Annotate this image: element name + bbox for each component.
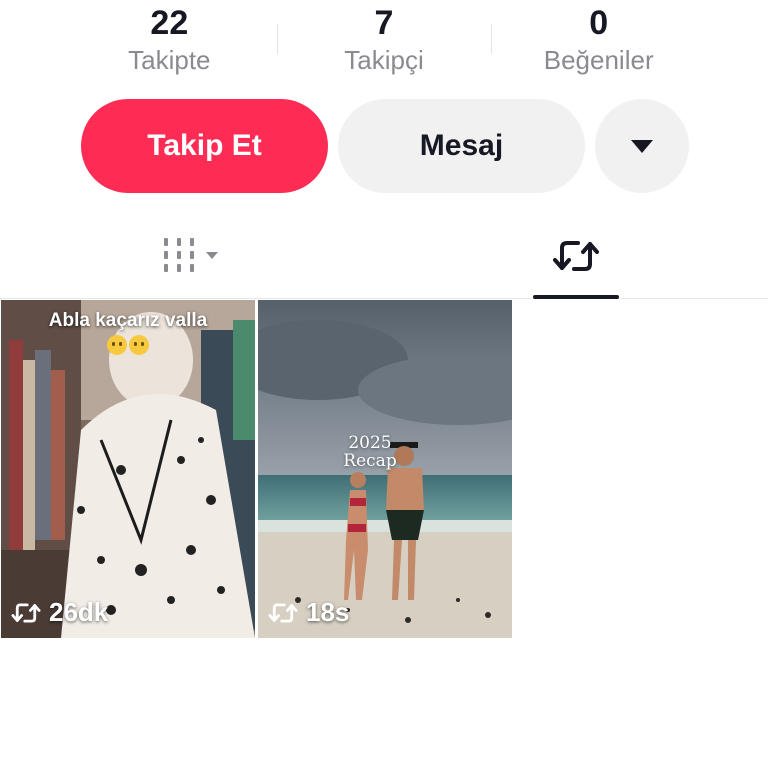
stat-following[interactable]: 22 Takipte	[62, 0, 277, 84]
video-thumbnail[interactable]: Abla kaçarız valla 26dk	[1, 300, 255, 638]
stat-following-label: Takipte	[128, 45, 211, 75]
stat-likes-count: 0	[589, 4, 609, 42]
grid-columns-icon	[164, 237, 218, 272]
caret-down-icon	[631, 139, 653, 153]
caption-emojis	[1, 334, 255, 355]
follow-button[interactable]: Takip Et	[81, 99, 328, 193]
repost-time-label: 26dk	[49, 597, 109, 627]
repost-icon	[11, 602, 41, 623]
tab-reposts[interactable]	[384, 213, 768, 299]
video-thumbnail[interactable]: 2025 Recap 18s	[258, 300, 512, 638]
grimacing-emoji-icon	[107, 334, 127, 355]
profile-page: 22 Takipte 7 Takipçi 0 Beğeniler Takip E…	[0, 0, 768, 768]
video-grid: Abla kaçarız valla 26dk 2025 Recap 18s	[1, 300, 512, 638]
grimacing-emoji-icon	[129, 334, 149, 355]
stat-following-count: 22	[150, 4, 189, 42]
repost-icon	[268, 602, 298, 623]
active-tab-indicator	[533, 295, 619, 299]
repost-time: 18s	[268, 597, 349, 628]
stat-likes-label: Beğeniler	[543, 45, 654, 75]
repost-time: 26dk	[11, 597, 108, 628]
profile-actions: Takip Et Mesaj	[81, 99, 689, 193]
video-overlay-text: 2025 Recap	[343, 433, 397, 471]
message-button[interactable]: Mesaj	[338, 99, 585, 193]
stat-followers-label: Takipçi	[344, 45, 424, 75]
profile-tabs	[0, 213, 768, 299]
caption-text: Abla kaçarız valla	[48, 310, 208, 331]
stat-followers-count: 7	[374, 4, 394, 42]
video-caption: Abla kaçarız valla	[1, 310, 255, 355]
stat-likes[interactable]: 0 Beğeniler	[491, 0, 706, 84]
stat-divider	[491, 24, 493, 54]
tab-videos[interactable]	[0, 213, 384, 298]
more-options-button[interactable]	[595, 99, 689, 193]
repost-icon	[553, 240, 599, 271]
profile-stats: 22 Takipte 7 Takipçi 0 Beğeniler	[62, 0, 706, 84]
stat-followers[interactable]: 7 Takipçi	[276, 0, 492, 84]
stat-divider	[276, 24, 278, 54]
repost-time-label: 18s	[306, 597, 350, 627]
